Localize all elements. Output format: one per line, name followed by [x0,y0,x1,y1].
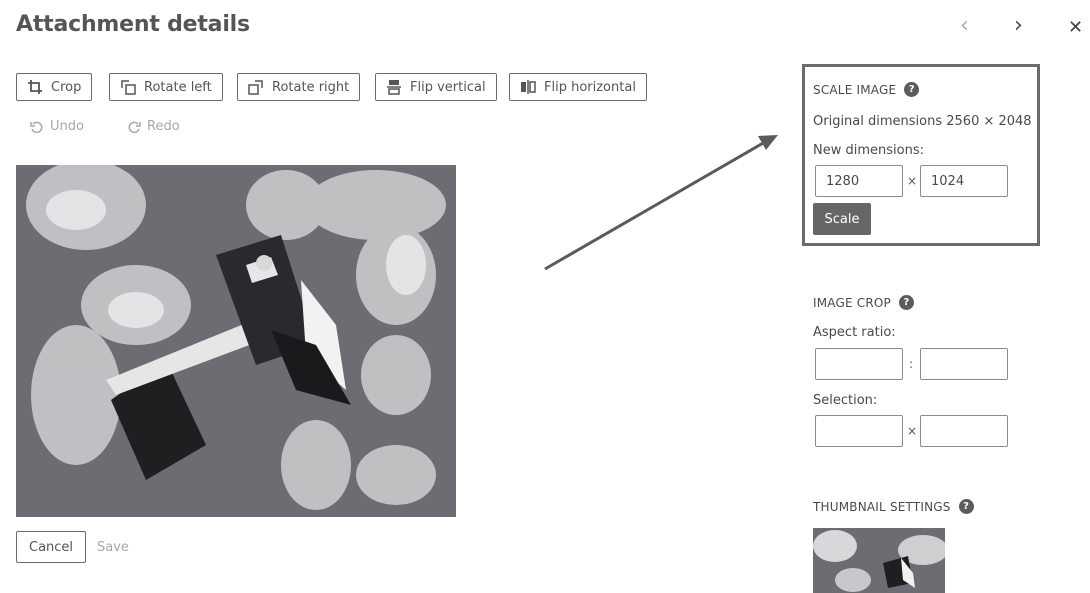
redo-icon [128,121,141,133]
crop-label: Crop [51,79,82,95]
help-icon[interactable]: ? [958,499,974,514]
original-dimensions: Original dimensions 2560 × 2048 [813,114,1032,129]
rotate-right-button[interactable]: Rotate right [237,73,361,101]
help-icon[interactable]: ? [898,295,914,310]
scale-height-input[interactable] [920,165,1008,197]
flip-horizontal-icon [521,80,536,94]
crop-icon [28,80,42,94]
rotate-left-label: Rotate left [144,79,212,95]
rotate-right-label: Rotate right [272,79,350,95]
rotate-left-button[interactable]: Rotate left [109,73,223,101]
next-icon[interactable]: › [1014,12,1023,40]
flip-horizontal-button[interactable]: Flip horizontal [509,73,647,101]
selection-separator: × [907,424,918,438]
undo-label: Undo [50,119,84,134]
page-title: Attachment details [16,12,250,37]
scale-image-title: SCALE IMAGE [813,82,897,97]
flip-horizontal-label: Flip horizontal [544,79,636,95]
new-dimensions-label: New dimensions: [813,143,924,158]
scale-image-title-row: SCALE IMAGE ? [813,82,920,97]
thumbnail-settings-title: THUMBNAIL SETTINGS [813,499,951,514]
annotation-arrow [544,135,778,271]
previous-icon[interactable]: ‹ [960,12,969,40]
aspect-ratio-width-input[interactable] [815,348,903,380]
aspect-ratio-separator: : [909,357,914,371]
dimension-separator: × [907,174,918,188]
redo-button[interactable]: Redo [127,119,180,134]
rotate-right-icon [248,80,263,95]
scale-width-input[interactable] [815,165,903,197]
selection-label: Selection: [813,393,878,408]
aspect-ratio-label: Aspect ratio: [813,325,896,340]
rotate-left-icon [121,80,136,95]
satellite-image [16,165,456,517]
thumbnail-preview [813,528,945,593]
selection-width-input[interactable] [815,415,903,447]
image-crop-title: IMAGE CROP [813,295,891,310]
aspect-ratio-height-input[interactable] [920,348,1008,380]
undo-icon [30,121,43,133]
cancel-button[interactable]: Cancel [16,531,87,563]
scale-button[interactable]: Scale [813,203,871,235]
undo-button[interactable]: Undo [30,119,84,134]
thumbnail-settings-title-row: THUMBNAIL SETTINGS ? [813,499,974,514]
close-icon[interactable]: ✕ [1068,14,1083,42]
image-preview[interactable] [16,165,456,517]
image-crop-title-row: IMAGE CROP ? [813,295,914,310]
redo-label: Redo [147,119,180,134]
flip-vertical-label: Flip vertical [410,79,486,95]
flip-vertical-button[interactable]: Flip vertical [375,73,497,101]
save-button[interactable]: Save [97,531,129,563]
flip-vertical-icon [387,80,401,95]
help-icon[interactable]: ? [904,82,920,97]
selection-height-input[interactable] [920,415,1008,447]
crop-button[interactable]: Crop [16,73,93,101]
thumbnail-image [813,528,945,593]
